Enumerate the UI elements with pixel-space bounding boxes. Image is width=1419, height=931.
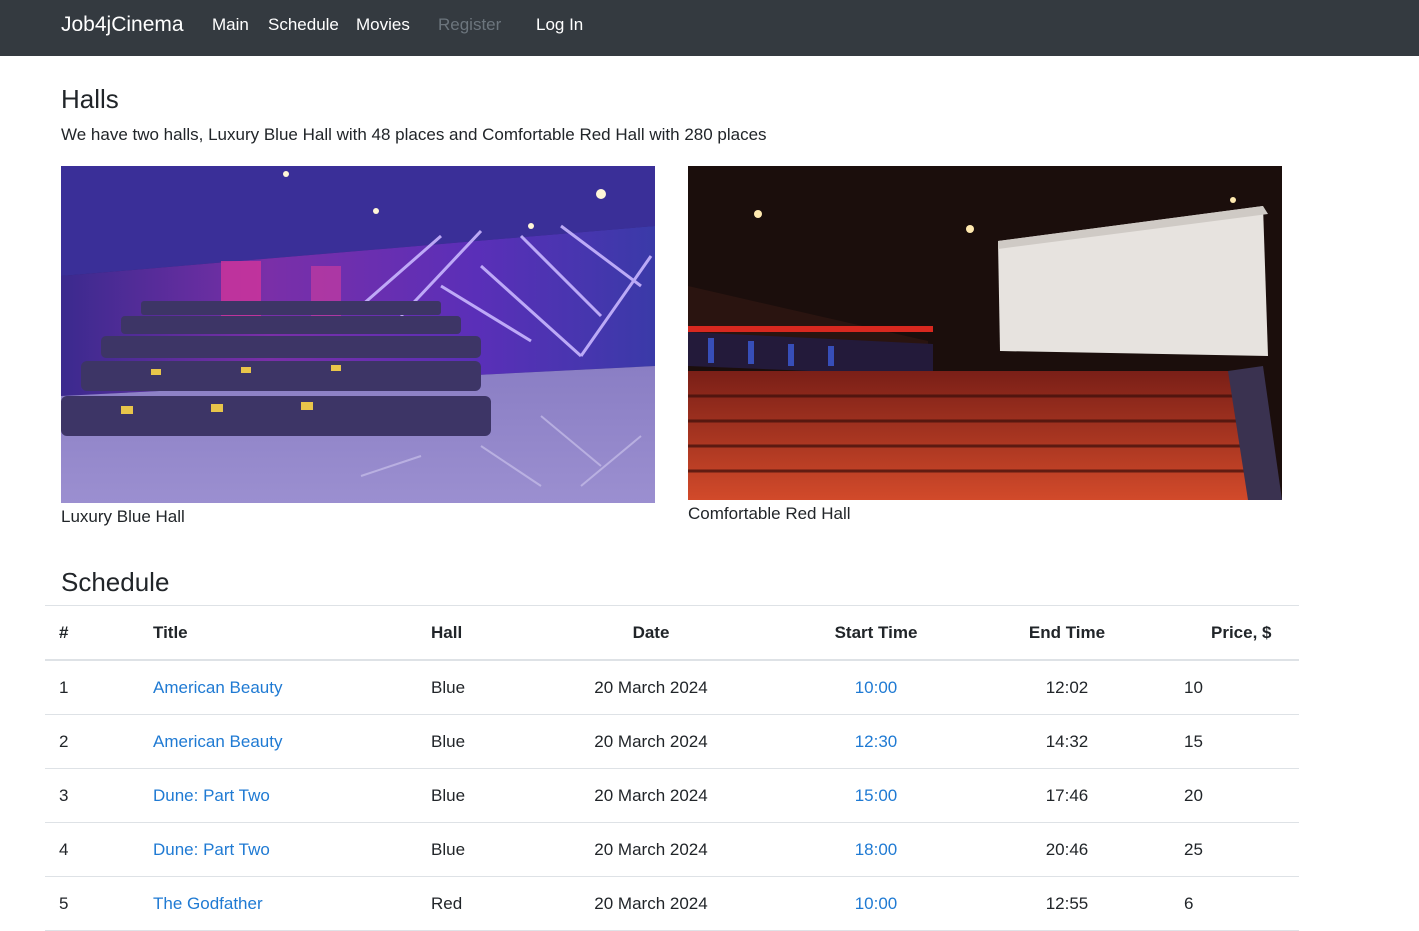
start-time-link[interactable]: 10:00 bbox=[855, 678, 898, 697]
nav-movies-link[interactable]: Movies bbox=[356, 15, 410, 35]
navbar: Job4jCinema Main Schedule Movies Registe… bbox=[0, 0, 1419, 56]
nav-main-link[interactable]: Main bbox=[212, 15, 249, 35]
col-header-end-time: End Time bbox=[1011, 605, 1123, 661]
schedule-heading: Schedule bbox=[61, 567, 170, 597]
row-price: 15 bbox=[1123, 714, 1299, 769]
row-num: 1 bbox=[45, 660, 153, 715]
table-row: 1 American Beauty Blue 20 March 2024 10:… bbox=[45, 660, 1299, 715]
row-end-time: 20:46 bbox=[1011, 822, 1123, 877]
col-header-num: # bbox=[45, 605, 153, 661]
col-header-title: Title bbox=[153, 605, 431, 661]
brand-link[interactable]: Job4jCinema bbox=[61, 13, 184, 37]
row-hall: Blue bbox=[431, 660, 561, 715]
blue-hall-image bbox=[61, 166, 655, 503]
table-row: 2 American Beauty Blue 20 March 2024 12:… bbox=[45, 714, 1299, 769]
movie-title-link[interactable]: Dune: Part Two bbox=[153, 840, 270, 859]
col-header-date: Date bbox=[561, 605, 741, 661]
col-header-price: Price, $ bbox=[1123, 605, 1299, 661]
red-hall-image bbox=[688, 166, 1282, 500]
row-price: 20 bbox=[1123, 768, 1299, 823]
start-time-link[interactable]: 10:00 bbox=[855, 894, 898, 913]
schedule-table: # Title Hall Date Start Time End Time Pr… bbox=[45, 605, 1299, 931]
movie-title-link[interactable]: American Beauty bbox=[153, 732, 282, 751]
table-row: 5 The Godfather Red 20 March 2024 10:00 … bbox=[45, 876, 1299, 931]
row-price: 25 bbox=[1123, 822, 1299, 877]
row-hall: Blue bbox=[431, 768, 561, 823]
row-date: 20 March 2024 bbox=[561, 714, 741, 769]
row-hall: Blue bbox=[431, 822, 561, 877]
row-num: 2 bbox=[45, 714, 153, 769]
schedule-header-row: # Title Hall Date Start Time End Time Pr… bbox=[45, 605, 1299, 661]
row-num: 5 bbox=[45, 876, 153, 931]
start-time-link[interactable]: 15:00 bbox=[855, 786, 898, 805]
red-hall-caption: Comfortable Red Hall bbox=[688, 504, 851, 523]
row-end-time: 17:46 bbox=[1011, 768, 1123, 823]
movie-title-link[interactable]: Dune: Part Two bbox=[153, 786, 270, 805]
nav-register-link[interactable]: Register bbox=[438, 15, 501, 35]
blue-hall-caption: Luxury Blue Hall bbox=[61, 507, 185, 526]
halls-heading: Halls bbox=[61, 84, 119, 114]
row-num: 3 bbox=[45, 768, 153, 823]
col-header-hall: Hall bbox=[431, 605, 561, 661]
nav-login-link[interactable]: Log In bbox=[536, 15, 583, 35]
row-date: 20 March 2024 bbox=[561, 660, 741, 715]
col-header-start-time: Start Time bbox=[741, 605, 1011, 661]
row-end-time: 12:02 bbox=[1011, 660, 1123, 715]
row-price: 10 bbox=[1123, 660, 1299, 715]
row-date: 20 March 2024 bbox=[561, 768, 741, 823]
row-end-time: 14:32 bbox=[1011, 714, 1123, 769]
nav-schedule-link[interactable]: Schedule bbox=[268, 15, 339, 35]
table-row: 4 Dune: Part Two Blue 20 March 2024 18:0… bbox=[45, 822, 1299, 877]
movie-title-link[interactable]: The Godfather bbox=[153, 894, 263, 913]
row-num: 4 bbox=[45, 822, 153, 877]
start-time-link[interactable]: 12:30 bbox=[855, 732, 898, 751]
movie-title-link[interactable]: American Beauty bbox=[153, 678, 282, 697]
row-price: 6 bbox=[1123, 876, 1299, 931]
halls-description: We have two halls, Luxury Blue Hall with… bbox=[61, 125, 767, 144]
start-time-link[interactable]: 18:00 bbox=[855, 840, 898, 859]
row-hall: Red bbox=[431, 876, 561, 931]
table-row: 3 Dune: Part Two Blue 20 March 2024 15:0… bbox=[45, 768, 1299, 823]
row-date: 20 March 2024 bbox=[561, 822, 741, 877]
row-end-time: 12:55 bbox=[1011, 876, 1123, 931]
row-hall: Blue bbox=[431, 714, 561, 769]
row-date: 20 March 2024 bbox=[561, 876, 741, 931]
